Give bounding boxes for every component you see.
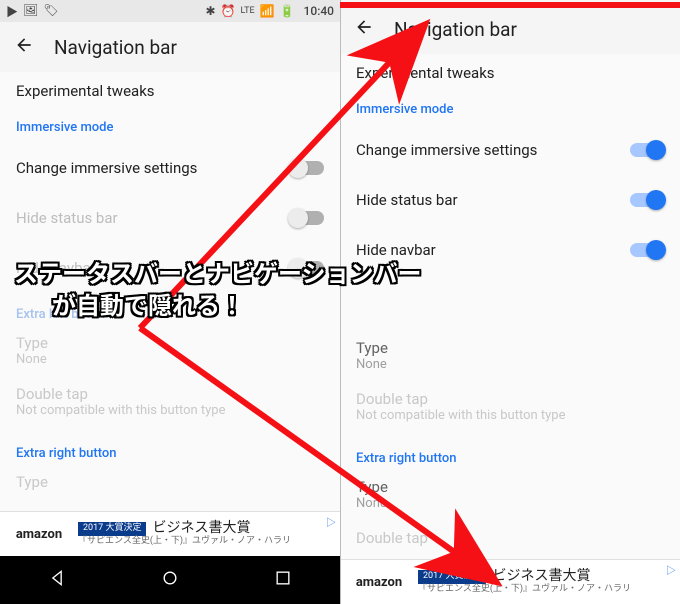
section-immersive: Immersive mode bbox=[340, 88, 680, 125]
row-double-tap: Double tap Not compatible with this butt… bbox=[340, 386, 680, 437]
ad-badge: 2017 大賞決定 bbox=[418, 570, 486, 584]
back-icon[interactable] bbox=[354, 17, 374, 41]
play-icon: ▶ bbox=[6, 3, 18, 20]
section-extra-right: Extra right button bbox=[340, 437, 680, 474]
switch-hide-statusbar[interactable] bbox=[630, 193, 664, 207]
row-type-2[interactable]: Type bbox=[0, 469, 340, 505]
ad-close-icon[interactable]: ▷ bbox=[666, 562, 676, 577]
ad-title: ビジネス書大賞 bbox=[152, 521, 250, 536]
right-screenshot: Navigation bar Experimental tweaks Immer… bbox=[340, 0, 680, 604]
nav-home-icon[interactable] bbox=[160, 568, 180, 592]
row-type-2[interactable]: Type None bbox=[340, 474, 680, 525]
ad-subtitle: 『サピエンス全史(上・下)』ユヴァル・ノア・ハラリ bbox=[78, 537, 291, 547]
page-title: Navigation bar bbox=[54, 36, 177, 59]
ad-badge: 2017 大賞決定 bbox=[78, 522, 146, 536]
back-icon[interactable] bbox=[14, 35, 34, 59]
alarm-icon: ⏰ bbox=[221, 4, 236, 18]
switch-hide-navbar[interactable] bbox=[630, 243, 664, 257]
lte-icon: LTE bbox=[241, 6, 255, 16]
row-type[interactable]: Type None bbox=[0, 330, 340, 381]
row-double-tap-2: Double tap bbox=[340, 525, 680, 561]
status-bar: ▶ 🖼 🏷 ✱ ⏰ LTE 📶 🔋 10:40 bbox=[0, 0, 340, 22]
heading-experimental: Experimental tweaks bbox=[0, 72, 340, 106]
app-bar: Navigation bar bbox=[340, 0, 680, 54]
row-change-immersive[interactable]: Change immersive settings bbox=[340, 125, 680, 175]
heading-experimental: Experimental tweaks bbox=[340, 54, 680, 88]
amazon-logo: amazon bbox=[346, 566, 412, 598]
nav-back-icon[interactable] bbox=[47, 568, 67, 592]
section-immersive: Immersive mode bbox=[0, 106, 340, 143]
clock: 10:40 bbox=[304, 4, 334, 18]
tag-icon: 🏷 bbox=[43, 3, 58, 20]
signal-icon: 📶 bbox=[260, 4, 275, 18]
page-title: Navigation bar bbox=[394, 18, 517, 41]
ad-subtitle: 『サピエンス全史(上・下)』ユヴァル・ノア・ハラリ bbox=[418, 585, 631, 595]
annotation-text-line1: ステータスバーとナビゲーションバー bbox=[14, 254, 422, 289]
image-icon: 🖼 bbox=[23, 3, 38, 20]
section-extra-right: Extra right button bbox=[0, 432, 340, 469]
switch-hide-statusbar[interactable] bbox=[290, 211, 324, 225]
ad-close-icon[interactable]: ▷ bbox=[326, 514, 336, 529]
ad-banner[interactable]: amazon 2017 大賞決定 ビジネス書大賞 『サピエンス全史(上・下)』ユ… bbox=[0, 511, 340, 556]
bluetooth-icon: ✱ bbox=[206, 4, 216, 18]
row-hide-statusbar[interactable]: Hide status bar bbox=[340, 175, 680, 225]
battery-icon: 🔋 bbox=[280, 4, 295, 18]
row-double-tap: Double tap Not compatible with this butt… bbox=[0, 381, 340, 432]
amazon-logo: amazon bbox=[6, 518, 72, 550]
switch-change-immersive[interactable] bbox=[290, 161, 324, 175]
row-hide-statusbar[interactable]: Hide status bar bbox=[0, 193, 340, 243]
annotation-red-bar bbox=[340, 2, 680, 8]
nav-recents-icon[interactable] bbox=[273, 568, 293, 592]
row-change-immersive[interactable]: Change immersive settings bbox=[0, 143, 340, 193]
ad-title: ビジネス書大賞 bbox=[492, 569, 590, 584]
settings-list: Experimental tweaks Immersive mode Chang… bbox=[340, 54, 680, 561]
app-bar: Navigation bar bbox=[0, 22, 340, 72]
divider bbox=[340, 0, 341, 604]
ad-banner[interactable]: amazon 2017 大賞決定 ビジネス書大賞 『サピエンス全史(上・下)』ユ… bbox=[340, 559, 680, 604]
row-type[interactable]: Type None bbox=[340, 335, 680, 386]
navigation-bar bbox=[0, 556, 340, 604]
annotation-text-line2: が自動で隠れる！ bbox=[52, 286, 244, 321]
switch-change-immersive[interactable] bbox=[630, 143, 664, 157]
